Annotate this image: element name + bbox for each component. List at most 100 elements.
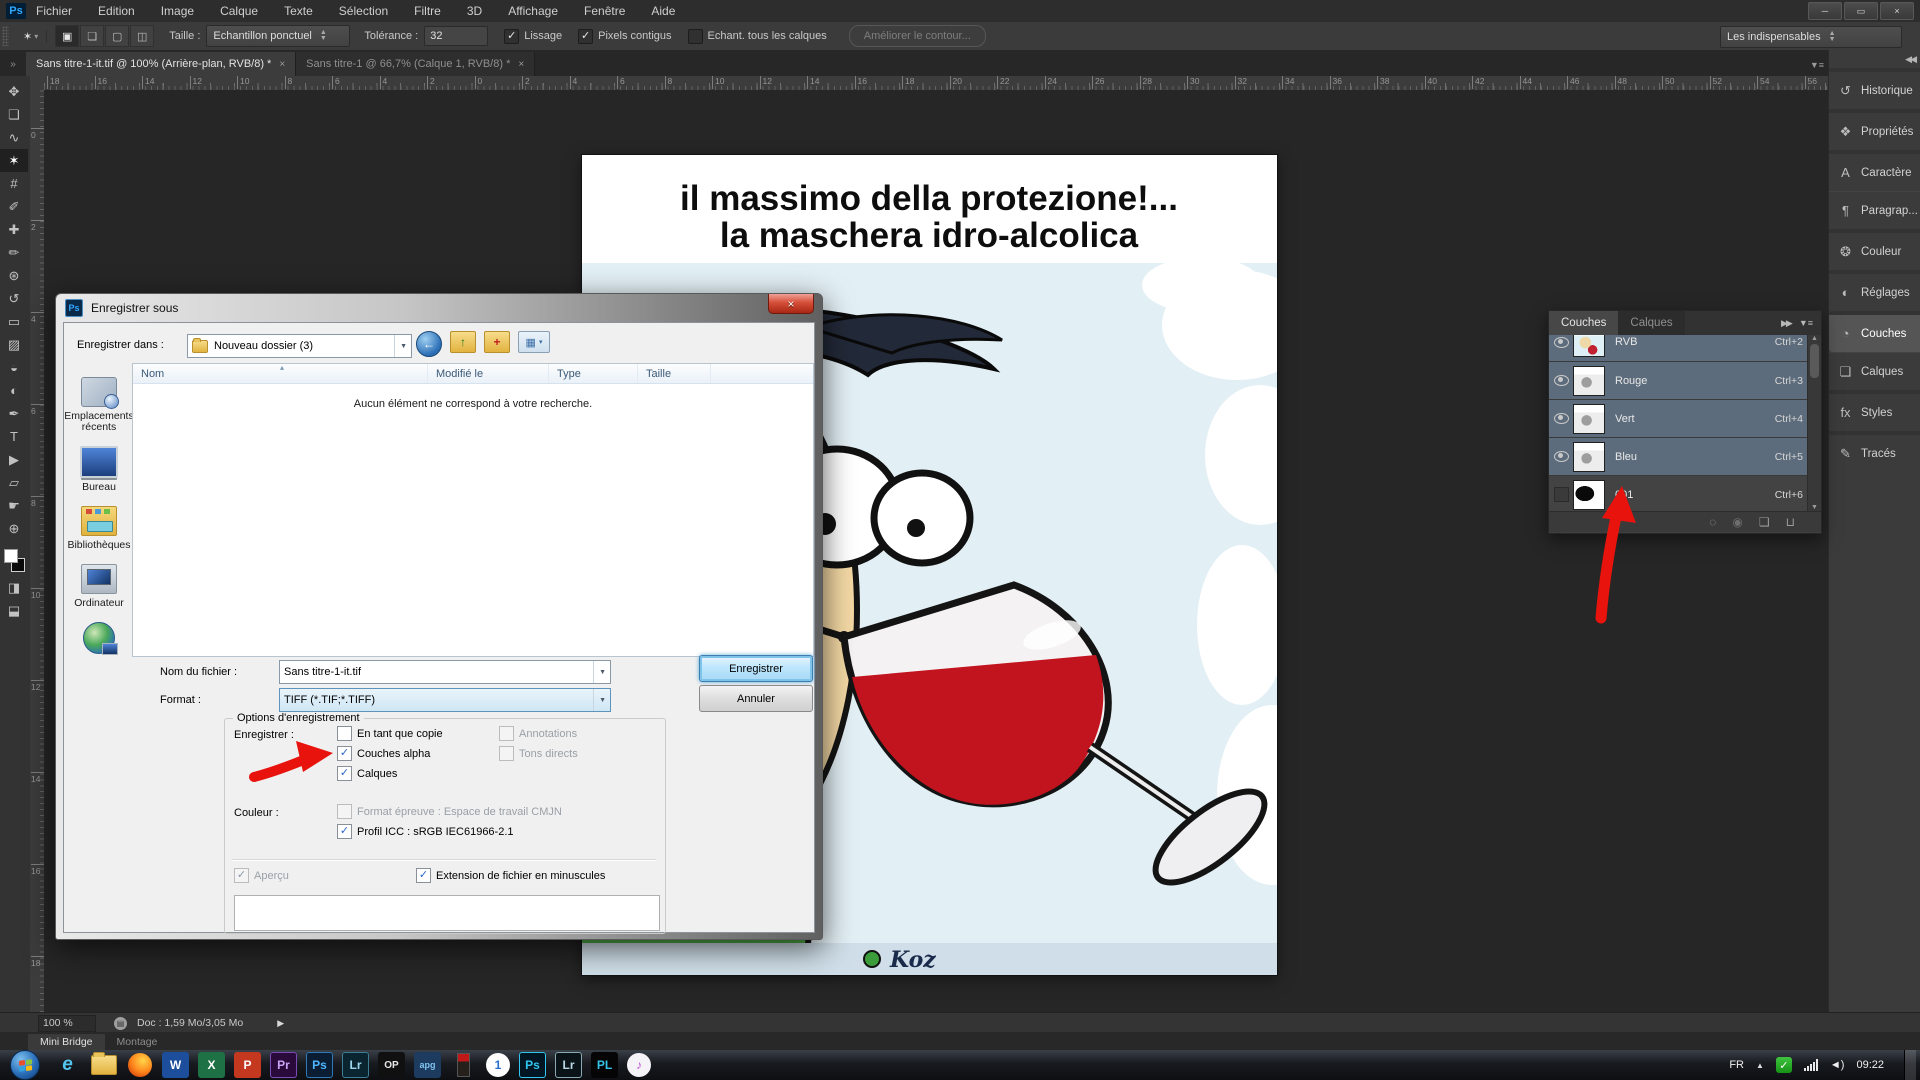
menu-image[interactable]: Image	[161, 4, 194, 18]
dock-panel-paragrap[interactable]: ¶ Paragrap...	[1829, 191, 1920, 229]
load-selection-icon[interactable]: ◌	[1709, 515, 1716, 529]
dialog-close-icon[interactable]: ×	[768, 294, 814, 314]
dock-panel-couches[interactable]: ◔ Couches	[1829, 311, 1920, 352]
panel-tab-couches[interactable]: Couches	[1549, 311, 1619, 335]
marquee-tool-icon[interactable]: ❏	[0, 103, 28, 126]
menu-calque[interactable]: Calque	[220, 4, 258, 18]
lissage-checkbox[interactable]: ✓ Lissage	[504, 28, 562, 44]
photoshop-alt-icon[interactable]: Ps	[519, 1052, 546, 1078]
history-brush-tool-icon[interactable]: ↺	[0, 287, 28, 310]
shape-tool-icon[interactable]: ▱	[0, 471, 28, 494]
visibility-eye-icon[interactable]	[1549, 375, 1573, 386]
visibility-eye-icon[interactable]	[1549, 451, 1573, 462]
format-select[interactable]: TIFF (*.TIF;*.TIFF) ▼	[279, 688, 611, 712]
calques-checkbox[interactable]: ✓ Calques	[337, 766, 397, 781]
dock-panel-caractere[interactable]: A Caractère	[1829, 150, 1920, 191]
itunes-icon[interactable]: ♪	[627, 1053, 651, 1077]
volume-icon[interactable]: ◄)	[1830, 1059, 1845, 1071]
language-indicator[interactable]: FR	[1729, 1059, 1744, 1071]
dock-collapse-icon[interactable]: ◀◀	[1905, 54, 1917, 65]
network-signal-icon[interactable]	[1803, 1059, 1818, 1071]
back-button[interactable]: ←	[416, 331, 442, 357]
foreground-color-swatch[interactable]	[4, 549, 18, 563]
zoom-tool-icon[interactable]: ⊕	[0, 517, 28, 540]
channel-row-rvb[interactable]: RVB Ctrl+2	[1549, 335, 1821, 362]
new-channel-icon[interactable]: ❏	[1759, 515, 1770, 529]
eraser-tool-icon[interactable]: ▭	[0, 310, 28, 333]
show-desktop-button[interactable]	[1904, 1050, 1916, 1080]
clock[interactable]: 09:22	[1856, 1059, 1884, 1071]
excel-icon[interactable]: X	[198, 1052, 225, 1078]
visibility-eye-icon[interactable]	[1549, 413, 1573, 424]
profil-icc-srgb-iec61966-2-1-checkbox[interactable]: ✓ Profil ICC : sRGB IEC61966-2.1	[337, 824, 514, 839]
scroll-up-icon[interactable]: ▲	[1811, 335, 1818, 342]
selection-mode-2-icon[interactable]: ▢	[105, 25, 130, 47]
healing-brush-tool-icon[interactable]: ✚	[0, 218, 28, 241]
hand-tool-icon[interactable]: ☛	[0, 494, 28, 517]
firefox-icon[interactable]	[126, 1052, 153, 1078]
tab-mini-bridge[interactable]: Mini Bridge	[28, 1034, 105, 1050]
channel-row-bleu[interactable]: Bleu Ctrl+5	[1549, 438, 1821, 476]
new-folder-button[interactable]: +	[484, 331, 510, 353]
place-bibliotheques[interactable]: Bibliothèques	[67, 506, 131, 551]
en-tant-que-copie-checkbox[interactable]: En tant que copie	[337, 726, 443, 741]
apg-app-icon[interactable]: apg	[414, 1052, 441, 1078]
onenote-badge-icon[interactable]: 1	[486, 1053, 510, 1077]
tolerance-input[interactable]: 32	[424, 26, 489, 46]
panel-options-icon[interactable]: ▼≡	[1810, 60, 1824, 76]
dock-panel-couleur[interactable]: ❂ Couleur	[1829, 229, 1920, 270]
vertical-ruler[interactable]: 0 2 4 6 8 10 12 14 16 18	[30, 90, 45, 1012]
menu-selection[interactable]: Sélection	[339, 4, 388, 18]
tray-expand-icon[interactable]: ▲	[1756, 1061, 1764, 1070]
magic-wand-tool-icon[interactable]: ✶	[0, 149, 28, 172]
current-tool-icon[interactable]: ✶ ▾	[15, 29, 48, 43]
close-icon[interactable]: ×	[1880, 2, 1914, 20]
tab-close-icon[interactable]: ×	[518, 59, 524, 70]
brush-tool-icon[interactable]: ✏	[0, 241, 28, 264]
minimize-icon[interactable]: ─	[1808, 2, 1842, 20]
place-emplacements-recents[interactable]: Emplacements récents	[64, 377, 134, 433]
dock-panel-historique[interactable]: ↺ Historique	[1829, 68, 1920, 109]
dock-panel-proprietes[interactable]: ❖ Propriétés	[1829, 109, 1920, 150]
column-header-modifie-le[interactable]: Modifié le	[428, 364, 549, 383]
menu-texte[interactable]: Texte	[284, 4, 313, 18]
visibility-eye-icon[interactable]	[1549, 336, 1573, 348]
gradient-tool-icon[interactable]: ▨	[0, 333, 28, 356]
file-list[interactable]: Nom ▴ Modifié le Type Taille Aucun élément n…	[132, 363, 814, 657]
scrollbar-thumb[interactable]	[1810, 344, 1819, 378]
pl-app-icon[interactable]: PL	[591, 1052, 618, 1078]
lightroom-alt-icon[interactable]: Lr	[555, 1052, 582, 1078]
pixels-contigus-checkbox[interactable]: ✓ Pixels contigus	[578, 28, 672, 44]
menu-fichier[interactable]: Fichier	[36, 4, 72, 18]
filename-input[interactable]: Sans titre-1-it.tif ▼	[279, 660, 611, 684]
security-tray-icon[interactable]: ✓	[1775, 1057, 1792, 1073]
place-ordinateur[interactable]: Ordinateur	[67, 564, 131, 609]
couches-alpha-checkbox[interactable]: ✓ Couches alpha	[337, 746, 430, 761]
up-folder-button[interactable]: ↑	[450, 331, 476, 353]
menu-filtre[interactable]: Filtre	[414, 4, 441, 18]
menu-fenetre[interactable]: Fenêtre	[584, 4, 625, 18]
echant-tous-les-calques-checkbox[interactable]: Echant. tous les calques	[687, 28, 827, 44]
workspace-select[interactable]: Les indispensables ▲ ▼	[1720, 26, 1902, 48]
screen-mode-icon[interactable]: ⬓	[0, 599, 28, 622]
clone-stamp-tool-icon[interactable]: ⊛	[0, 264, 28, 287]
views-button[interactable]: ▦ ▾	[518, 331, 550, 353]
dock-panel-styles[interactable]: fx Styles	[1829, 390, 1920, 431]
op-app-icon[interactable]: OP	[378, 1052, 405, 1078]
tab-close-icon[interactable]: ×	[279, 59, 285, 70]
selection-mode-0-icon[interactable]: ▣	[55, 25, 80, 47]
menu-3d[interactable]: 3D	[467, 4, 482, 18]
document-tab[interactable]: Sans titre-1 @ 66,7% (Calque 1, RVB/8) *…	[296, 52, 536, 76]
panel-menu-icon[interactable]: ▼≡	[1799, 318, 1813, 329]
panel-tab-calques[interactable]: Calques	[1618, 311, 1685, 335]
move-tool-icon[interactable]: ✥	[0, 80, 28, 103]
type-tool-icon[interactable]: T	[0, 425, 28, 448]
status-menu-arrow-icon[interactable]: ▶	[277, 1018, 284, 1029]
premiere-icon[interactable]: Pr	[270, 1052, 297, 1078]
powerpoint-icon[interactable]: P	[234, 1052, 261, 1078]
selection-mode-1-icon[interactable]: ❏	[80, 25, 105, 47]
place-network[interactable]	[67, 622, 131, 655]
blur-tool-icon[interactable]: ◒	[0, 356, 28, 379]
dodge-tool-icon[interactable]: ◐	[0, 379, 28, 402]
visibility-empty-box[interactable]	[1549, 487, 1573, 502]
